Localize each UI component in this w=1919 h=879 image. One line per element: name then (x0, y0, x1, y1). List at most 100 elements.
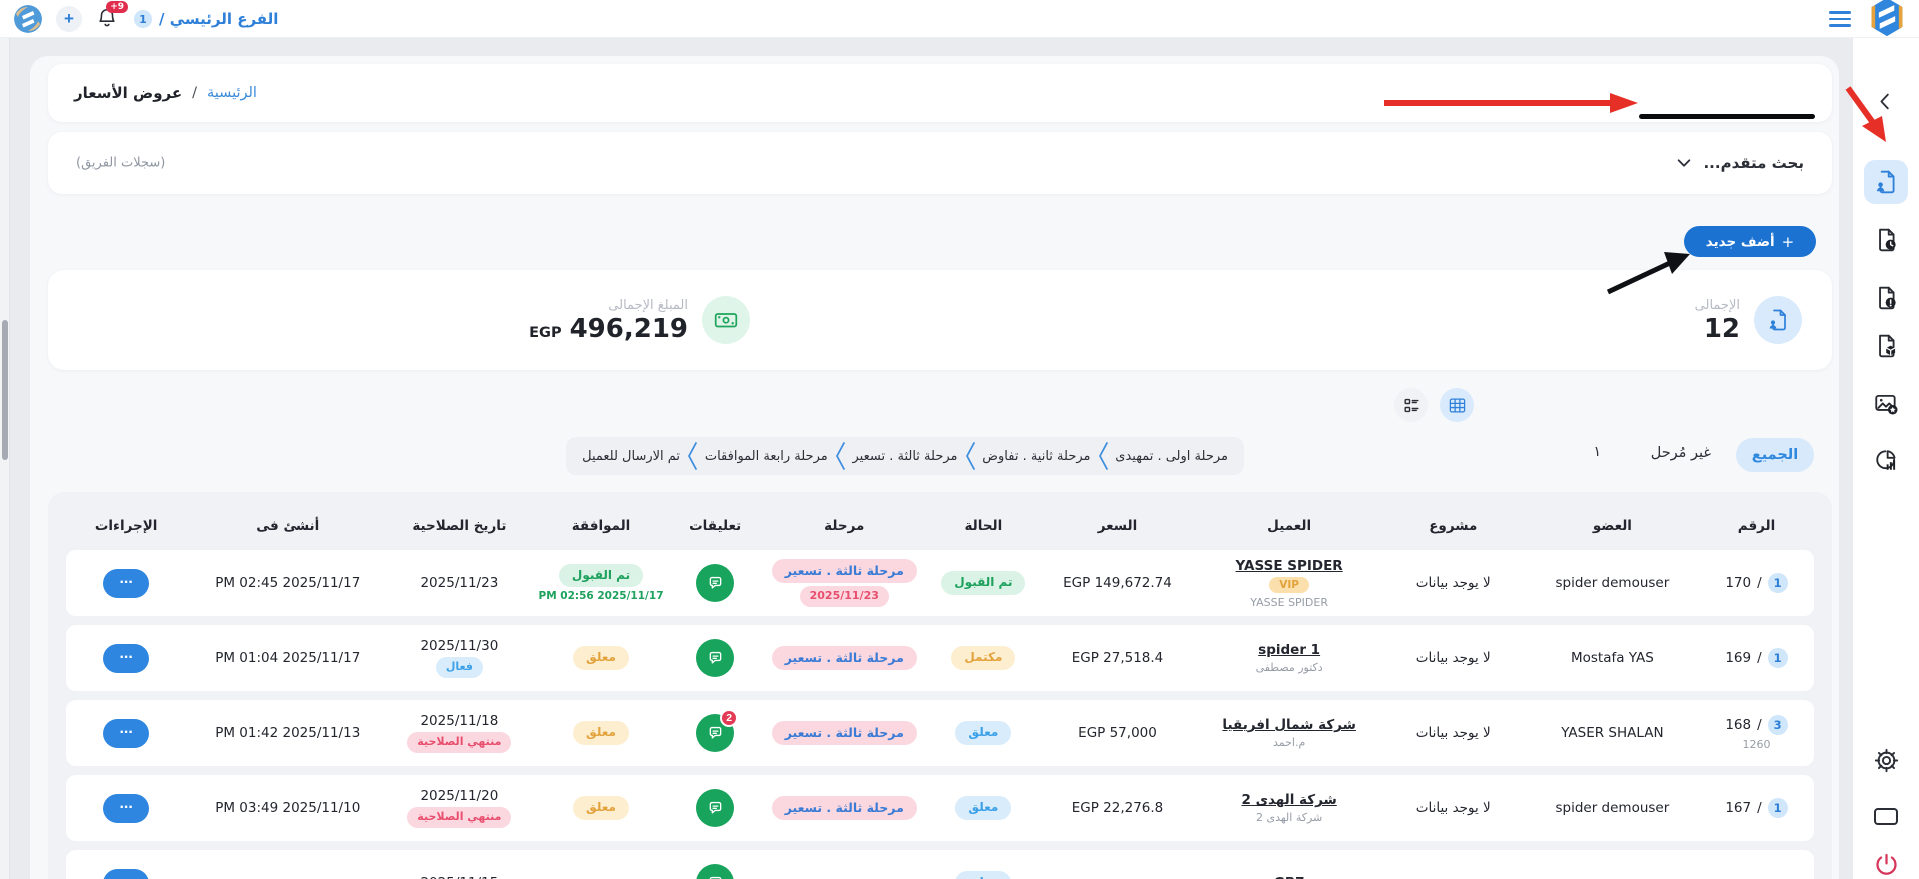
status-badge: معلق (955, 796, 1011, 820)
approval-cell: معلق (531, 646, 671, 670)
project-name: لا يوجد بيانات (1416, 650, 1491, 666)
client-contact: شركة الهدى 2 (1256, 811, 1322, 824)
quote-number-cell: 1 / 170 (1699, 573, 1814, 593)
vip-badge: VIP (1269, 577, 1309, 593)
client-link[interactable]: spider 1 (1258, 642, 1320, 658)
total-amount-summary: المبلغ الإجمالى EGP 496,219 (529, 270, 750, 370)
price-value: EGP 27,518.4 (1072, 650, 1164, 666)
created-cell: PM 01:42 2025/11/13 (188, 725, 388, 741)
quote-number-sub: 1260 (1743, 738, 1771, 751)
member-name: Mostafa YAS (1571, 650, 1654, 666)
comments-button[interactable] (696, 639, 734, 677)
project-name: لا يوجد بيانات (1416, 800, 1491, 816)
row-actions-button[interactable]: ... (103, 794, 149, 823)
stage-tab[interactable]: تم الارسال للعميل (582, 449, 680, 464)
stage-tab[interactable]: مرحلة ثانية . تفاوض (982, 449, 1090, 464)
member-name: spider demouser (1555, 575, 1669, 591)
chat-icon (706, 649, 725, 668)
money-icon (702, 296, 750, 344)
scrollbar-thumb[interactable] (2, 320, 8, 460)
sidebar-item-statistics[interactable] (1864, 438, 1908, 482)
table-body: 1 / 170 spider demouser لا يوجد بيانات Y… (66, 550, 1814, 879)
stage-tab[interactable]: مرحلة ثالثة . تسعير (853, 449, 958, 464)
stage-tab[interactable]: مرحلة رابعة الموافقات (705, 449, 828, 464)
project-name: لا يوجد بيانات (1416, 575, 1491, 591)
client-link[interactable]: GB7 (1274, 875, 1305, 879)
notifications-button[interactable]: +9 (96, 7, 120, 31)
view-toggles (1394, 388, 1474, 422)
sidebar-item-scheduled-docs[interactable] (1864, 218, 1908, 262)
sidebar-item-alert-docs[interactable] (1864, 276, 1908, 320)
menu-icon[interactable] (1829, 11, 1851, 27)
comments-cell (673, 564, 758, 602)
approval-badge: تم القبول (559, 564, 643, 588)
client-cell: YASSE SPIDER VIP YASSE SPIDER (1199, 558, 1379, 609)
filter-tab-all[interactable]: الجميع (1736, 438, 1814, 472)
comments-button[interactable]: 2 (696, 714, 734, 752)
validity-date: 2025/11/23 (420, 575, 498, 591)
created-timestamp: PM 01:42 2025/11/13 (215, 725, 360, 741)
sidebar-item-settings[interactable] (1864, 738, 1908, 782)
stage-badge: مرحلة ثالثة . تسعير (772, 559, 917, 583)
status-badge: تم القبول (941, 571, 1025, 595)
card-view-toggle[interactable] (1394, 388, 1428, 422)
app-logo-icon[interactable] (14, 5, 42, 33)
total-quotes-icon (1754, 296, 1802, 344)
comments-button[interactable] (696, 864, 734, 879)
pie-chart-stats-icon (1873, 447, 1899, 473)
actions-cell: ... (66, 794, 186, 823)
table-row: GB7 معلق 2025/11/15 ... (66, 850, 1814, 879)
branch-selector[interactable]: 1 الفرع الرئيسي / (134, 10, 278, 28)
col-header-created: أنشئ فى (188, 518, 388, 534)
row-actions-button[interactable]: ... (103, 569, 149, 598)
plus-icon: + (1782, 233, 1795, 251)
created-cell: PM 01:04 2025/11/17 (188, 650, 388, 666)
comments-button[interactable] (696, 789, 734, 827)
total-label: الإجمالى (1695, 298, 1740, 313)
client-link[interactable]: شركة شمال افريقيا (1222, 717, 1355, 733)
client-cell: GB7 (1199, 875, 1379, 879)
project-cell: لا يوجد بيانات (1381, 800, 1526, 816)
row-actions-button[interactable]: ... (103, 644, 149, 673)
table-header-row: الرقم العضو مشروع العميل السعر الحالة مر… (66, 502, 1814, 550)
advanced-search-bar[interactable]: بحث متقدم... (سجلات الفريق) (48, 132, 1832, 194)
status-cell: معلق (931, 796, 1036, 820)
approval-badge: معلق (573, 721, 629, 745)
advanced-search-label: بحث متقدم... (1703, 154, 1804, 172)
breadcrumb-home-link[interactable]: الرئيسية (207, 85, 257, 101)
col-header-price: السعر (1038, 518, 1198, 534)
advanced-search-toggle[interactable]: بحث متقدم... (1675, 154, 1804, 172)
sidebar-item-quotes-active[interactable] (1864, 160, 1908, 204)
sidebar-collapse-button[interactable] (1864, 84, 1908, 118)
comments-button[interactable] (696, 564, 734, 602)
stage-tab[interactable]: مرحلة اولى . تمهيدى (1115, 449, 1228, 464)
comments-cell (673, 864, 758, 879)
sidebar-item-logout[interactable] (1864, 842, 1908, 879)
sidebar-item-gallery[interactable] (1864, 382, 1908, 426)
stage-cell: مرحلة ثالثة . تسعير (759, 646, 929, 670)
quick-add-button[interactable]: + (56, 6, 82, 32)
breadcrumb: الرئيسية / عروض الأسعار (74, 84, 257, 102)
filter-tab-unstaged[interactable]: غير مُرحل (1651, 445, 1711, 461)
number-separator: / (1757, 650, 1762, 666)
validity-date: 2025/11/30 (420, 638, 498, 654)
price-value: EGP 22,276.8 (1072, 800, 1164, 816)
table-view-toggle[interactable] (1440, 388, 1474, 422)
price-cell: EGP 57,000 (1038, 725, 1198, 741)
client-link[interactable]: شركة الهدى 2 (1241, 792, 1336, 808)
row-actions-button[interactable]: ... (103, 719, 149, 748)
sidebar-item-product-docs[interactable] (1864, 324, 1908, 368)
add-new-button[interactable]: + أضف جديد (1684, 226, 1816, 257)
actions-cell: ... (66, 644, 186, 673)
add-new-label: أضف جديد (1706, 234, 1775, 250)
sidebar-item-window[interactable] (1864, 794, 1908, 838)
created-timestamp: PM 02:45 2025/11/17 (215, 575, 360, 591)
quotes-table: الرقم العضو مشروع العميل السعر الحالة مر… (48, 492, 1832, 879)
client-link[interactable]: YASSE SPIDER (1236, 558, 1343, 574)
client-cell: شركة شمال افريقيا م.احمد (1199, 717, 1379, 749)
price-cell: EGP 149,672.74 (1038, 575, 1198, 591)
row-actions-button[interactable]: ... (103, 869, 149, 879)
amount-label: المبلغ الإجمالى (529, 298, 688, 313)
topbar-right (1829, 0, 1907, 38)
breadcrumb-separator: / (192, 85, 197, 101)
